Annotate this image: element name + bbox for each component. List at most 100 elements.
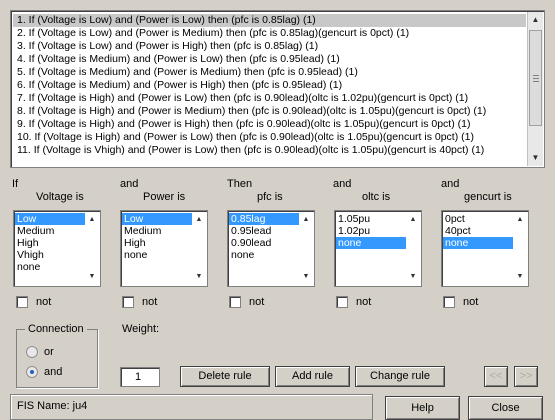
- listbox-option[interactable]: none: [122, 249, 192, 261]
- help-button[interactable]: Help: [385, 396, 460, 420]
- oltc-listbox-scrollbar[interactable]: ▲ ▼: [406, 212, 420, 285]
- fis-name-status: FIS Name: ju4: [10, 394, 373, 420]
- listbox-option[interactable]: Low: [15, 213, 85, 225]
- weight-label: Weight:: [122, 323, 160, 335]
- rule-item[interactable]: 3. If (Voltage is Low) and (Power is Hig…: [13, 40, 526, 53]
- scroll-down-arrow-icon[interactable]: ▼: [192, 269, 206, 285]
- scroll-up-arrow-icon[interactable]: ▲: [513, 212, 527, 228]
- scroll-up-arrow-icon[interactable]: ▲: [85, 212, 99, 228]
- listbox-option[interactable]: none: [15, 261, 85, 273]
- listbox-option[interactable]: none: [229, 249, 299, 261]
- radio-button-icon[interactable]: [26, 346, 38, 358]
- listbox-option[interactable]: High: [122, 237, 192, 249]
- checkbox-icon[interactable]: [16, 296, 28, 308]
- pfc-listbox-scrollbar[interactable]: ▲ ▼: [299, 212, 313, 285]
- listbox-option[interactable]: 1.02pu: [336, 225, 406, 237]
- oltc-options: 1.05pu 1.02pu none: [336, 213, 406, 249]
- listbox-option[interactable]: 1.05pu: [336, 213, 406, 225]
- voltage-listbox-scrollbar[interactable]: ▲ ▼: [85, 212, 99, 285]
- not-label: not: [142, 296, 158, 308]
- rule-item[interactable]: 5. If (Voltage is Medium) and (Power is …: [13, 66, 526, 79]
- listbox-option[interactable]: 0.90lead: [229, 237, 299, 249]
- oltc-listbox[interactable]: 1.05pu 1.02pu none ▲ ▼: [334, 210, 422, 287]
- prev-button[interactable]: <<: [484, 366, 508, 387]
- checkbox-icon[interactable]: [229, 296, 241, 308]
- not-label: not: [36, 296, 52, 308]
- thumb-grip-icon: [533, 78, 539, 79]
- col-prefix-voltage: If: [12, 178, 19, 190]
- thumb-grip-icon: [533, 81, 539, 82]
- rule-item[interactable]: 1. If (Voltage is Low) and (Power is Low…: [13, 14, 526, 27]
- listbox-option[interactable]: Medium: [122, 225, 192, 237]
- checkbox-icon[interactable]: [443, 296, 455, 308]
- power-listbox-scrollbar[interactable]: ▲ ▼: [192, 212, 206, 285]
- rule-item[interactable]: 4. If (Voltage is Medium) and (Power is …: [13, 53, 526, 66]
- listbox-option[interactable]: 0.85lag: [229, 213, 299, 225]
- connection-title: Connection: [25, 323, 87, 336]
- delete-rule-button[interactable]: Delete rule: [180, 366, 270, 387]
- scroll-down-arrow-icon[interactable]: ▼: [528, 150, 543, 166]
- radio-and-label: and: [44, 366, 63, 378]
- listbox-option[interactable]: Medium: [15, 225, 85, 237]
- scroll-down-arrow-icon[interactable]: ▼: [85, 269, 99, 285]
- thumb-grip-icon: [533, 75, 539, 76]
- listbox-option[interactable]: none: [443, 237, 513, 249]
- col-prefix-power: and: [120, 178, 139, 190]
- pfc-listbox[interactable]: 0.85lag 0.95lead 0.90lead none ▲ ▼: [227, 210, 315, 287]
- rule-item[interactable]: 8. If (Voltage is High) and (Power is Me…: [13, 105, 526, 118]
- not-label: not: [249, 296, 265, 308]
- scroll-up-arrow-icon[interactable]: ▲: [406, 212, 420, 228]
- scroll-down-arrow-icon[interactable]: ▼: [513, 269, 527, 285]
- listbox-option[interactable]: High: [15, 237, 85, 249]
- col-prefix-oltc: and: [333, 178, 352, 190]
- voltage-options: Low Medium High Vhigh none: [15, 213, 85, 273]
- rule-item[interactable]: 9. If (Voltage is High) and (Power is Hi…: [13, 118, 526, 131]
- close-button[interactable]: Close: [468, 396, 543, 420]
- listbox-option[interactable]: 0pct: [443, 213, 513, 225]
- not-label: not: [463, 296, 479, 308]
- rule-item[interactable]: 2. If (Voltage is Low) and (Power is Med…: [13, 27, 526, 40]
- listbox-option[interactable]: Low: [122, 213, 192, 225]
- add-rule-button[interactable]: Add rule: [275, 366, 350, 387]
- change-rule-button[interactable]: Change rule: [355, 366, 445, 387]
- rule-list-scrollbar[interactable]: ▲ ▼: [527, 12, 543, 166]
- checkbox-icon[interactable]: [336, 296, 348, 308]
- listbox-option[interactable]: 40pct: [443, 225, 513, 237]
- listbox-option[interactable]: Vhigh: [15, 249, 85, 261]
- scroll-up-arrow-icon[interactable]: ▲: [528, 12, 543, 28]
- col-name-gencurt: gencurt is: [464, 191, 512, 203]
- gencurt-listbox[interactable]: 0pct 40pct none ▲ ▼: [441, 210, 529, 287]
- gencurt-listbox-scrollbar[interactable]: ▲ ▼: [513, 212, 527, 285]
- radio-button-icon[interactable]: [26, 366, 38, 378]
- power-options: Low Medium High none: [122, 213, 192, 261]
- scroll-down-arrow-icon[interactable]: ▼: [406, 269, 420, 285]
- radio-or-label: or: [44, 346, 54, 358]
- rule-item[interactable]: 7. If (Voltage is High) and (Power is Lo…: [13, 92, 526, 105]
- scroll-up-arrow-icon[interactable]: ▲: [192, 212, 206, 228]
- col-name-voltage: Voltage is: [36, 191, 84, 203]
- connection-group: Connection or and: [16, 323, 98, 388]
- voltage-listbox[interactable]: Low Medium High Vhigh none ▲ ▼: [13, 210, 101, 287]
- col-name-pfc: pfc is: [257, 191, 283, 203]
- weight-input[interactable]: 1: [120, 367, 160, 387]
- scroll-down-arrow-icon[interactable]: ▼: [299, 269, 313, 285]
- not-label: not: [356, 296, 372, 308]
- gencurt-options: 0pct 40pct none: [443, 213, 513, 249]
- rule-item[interactable]: 10. If (Voltage is High) and (Power is L…: [13, 131, 526, 144]
- col-prefix-gencurt: and: [441, 178, 460, 190]
- power-listbox[interactable]: Low Medium High none ▲ ▼: [120, 210, 208, 287]
- pfc-options: 0.85lag 0.95lead 0.90lead none: [229, 213, 299, 261]
- listbox-option[interactable]: none: [336, 237, 406, 249]
- col-name-oltc: oltc is: [362, 191, 391, 203]
- scroll-thumb[interactable]: [529, 30, 542, 126]
- rule-item[interactable]: 11. If (Voltage is Vhigh) and (Power is …: [13, 144, 526, 157]
- checkbox-icon[interactable]: [122, 296, 134, 308]
- rule-lines: 1. If (Voltage is Low) and (Power is Low…: [13, 14, 526, 157]
- listbox-option[interactable]: 0.95lead: [229, 225, 299, 237]
- col-name-power: Power is: [143, 191, 186, 203]
- scroll-up-arrow-icon[interactable]: ▲: [299, 212, 313, 228]
- rule-list[interactable]: 1. If (Voltage is Low) and (Power is Low…: [10, 10, 545, 168]
- col-prefix-pfc: Then: [227, 178, 253, 190]
- rule-item[interactable]: 6. If (Voltage is Medium) and (Power is …: [13, 79, 526, 92]
- next-button[interactable]: >>: [514, 366, 538, 387]
